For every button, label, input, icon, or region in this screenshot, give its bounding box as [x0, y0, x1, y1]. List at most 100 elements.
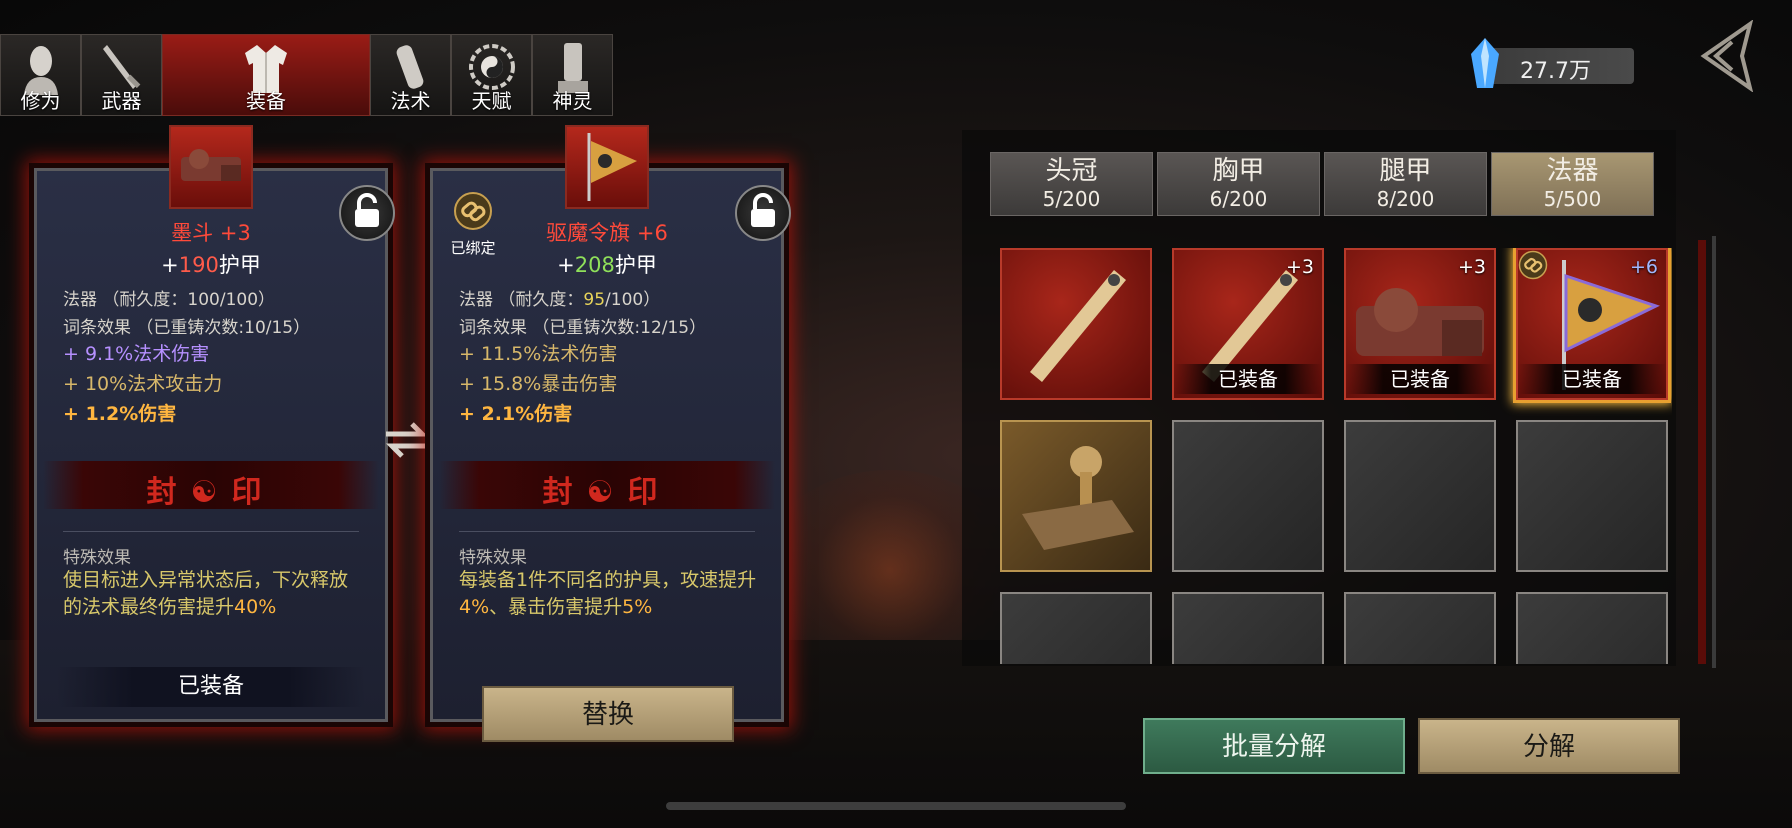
durability-current: 100: [187, 290, 220, 310]
tab-label: 胸甲: [1212, 156, 1265, 186]
affix-line: + 2.1%伤害: [459, 403, 573, 425]
equipped-tag: 已装备: [1346, 364, 1494, 394]
nav-tab-equipment[interactable]: 装备: [162, 34, 370, 116]
armor-suffix: 护甲: [614, 253, 657, 277]
divider: [63, 531, 359, 532]
armor-prefix: +: [557, 253, 575, 277]
enhance-level: +3: [1285, 256, 1314, 278]
affix-line: + 15.8%暴击伤害: [459, 373, 618, 395]
batch-decompose-button[interactable]: 批量分解: [1143, 718, 1405, 774]
chain-link-icon: [1518, 250, 1548, 280]
armor-stat: +208护甲: [433, 249, 781, 279]
home-indicator[interactable]: [666, 802, 1126, 810]
durability-row: 法器 （耐久度：100/100）: [63, 285, 275, 310]
replace-button[interactable]: 替换: [482, 686, 734, 742]
special-effect-header: 特殊效果: [63, 548, 131, 568]
special-desc-text: 使目标进入异常状态后，下次释放的法术最终伤害提升: [63, 569, 349, 618]
armor-value: 208: [574, 253, 615, 277]
inventory-grid: +3 已装备 +3 已装备 +6 已装备: [1000, 248, 1672, 664]
spirit-crystal-icon: [1471, 38, 1499, 88]
inventory-slot-empty[interactable]: [1172, 420, 1324, 572]
seal-text: 封☯印: [542, 475, 672, 510]
tab-label: 头冠: [1045, 156, 1098, 186]
armor-prefix: +: [161, 253, 179, 277]
compare-swap-icon: [385, 422, 429, 458]
equipped-tag: 已装备: [1518, 364, 1666, 394]
equipped-item-card: 墨斗 +3 +190护甲 法器 （耐久度：100/100） 词条效果 （已重铸次…: [34, 125, 395, 722]
affix-line: + 9.1%法术伤害: [63, 343, 210, 365]
seal-stamp-icon: [1022, 446, 1134, 550]
durability-row: 法器 （耐久度：95/100）: [459, 285, 660, 310]
armor-suffix: 护甲: [218, 253, 261, 277]
nav-tab-label: 神灵: [552, 89, 593, 113]
inventory-slot-empty[interactable]: [1516, 420, 1668, 572]
item-name: 墨斗 +3: [171, 221, 251, 245]
top-nav-tabs: 修为 武器 装备 法术 天赋 神灵: [0, 34, 613, 116]
inventory-slot-empty[interactable]: [1516, 592, 1668, 664]
affix-label: 词条效果 （已重铸次数:10/15）: [63, 318, 311, 338]
nav-tab-label: 装备: [246, 89, 286, 113]
durability-label: （耐久度：: [102, 290, 188, 310]
tab-artifact[interactable]: 法器 5/500: [1491, 152, 1654, 216]
special-effect-desc: 使目标进入异常状态后，下次释放的法术最终伤害提升40%: [63, 567, 365, 621]
special-desc-highlight: 40%: [234, 596, 277, 618]
tab-count: 5/200: [1042, 187, 1101, 211]
seal-text: 封☯印: [146, 475, 276, 510]
tab-chest[interactable]: 胸甲 6/200: [1157, 152, 1320, 216]
nav-tab-label: 天赋: [471, 89, 512, 113]
item-name: 驱魔令旗 +6: [546, 221, 668, 245]
inventory-slot-empty[interactable]: [1344, 592, 1496, 664]
armor-stat: +190护甲: [37, 249, 385, 279]
inventory-slot[interactable]: [1000, 248, 1152, 400]
special-desc-text: 每装备1件不同名的护具，攻速提升: [459, 569, 757, 591]
tab-legs[interactable]: 腿甲 8/200: [1324, 152, 1487, 216]
nav-tab-cultivation[interactable]: 修为: [0, 34, 81, 116]
nav-tab-label: 法术: [390, 89, 431, 113]
tab-label: 腿甲: [1379, 156, 1432, 186]
divider: [459, 531, 755, 532]
item-type: 法器: [459, 290, 493, 310]
nav-tab-label: 修为: [20, 89, 61, 113]
inventory-slot[interactable]: +3 已装备: [1172, 248, 1324, 400]
item-type: 法器: [63, 290, 97, 310]
exorcism-flag-icon: [587, 133, 637, 201]
inventory-scroll-track: [1712, 236, 1716, 668]
durability-max: /100）: [219, 290, 276, 310]
compare-item-card: 已绑定 驱魔令旗 +6 +208护甲 法器 （耐久度：95/100） 词条效果 …: [430, 125, 791, 722]
seal-banner: 封☯印: [43, 461, 379, 510]
inventory-slot-empty[interactable]: [1172, 592, 1324, 664]
currency-value: 27.7万: [1520, 59, 1591, 84]
special-desc-highlight: 4%: [459, 596, 490, 618]
item-thumbnail: [565, 125, 649, 209]
nav-tab-weapon[interactable]: 武器: [81, 34, 162, 116]
nav-tab-talent[interactable]: 天赋: [451, 34, 532, 116]
currency-display: 27.7万: [1480, 48, 1634, 84]
nav-tab-deity[interactable]: 神灵: [532, 34, 613, 116]
seal-banner: 封☯印: [439, 461, 775, 510]
inventory-slot-selected[interactable]: +6 已装备: [1516, 248, 1668, 400]
decompose-button[interactable]: 分解: [1418, 718, 1680, 774]
equipped-status: 已装备: [57, 667, 365, 707]
inventory-slot[interactable]: +3 已装备: [1344, 248, 1496, 400]
tab-count: 6/200: [1209, 187, 1268, 211]
special-desc-highlight: 5%: [622, 596, 653, 618]
tab-count: 5/500: [1543, 187, 1602, 211]
nav-tab-spell[interactable]: 法术: [370, 34, 451, 116]
affix-line: + 11.5%法术伤害: [459, 343, 618, 365]
equipped-tag: 已装备: [1174, 364, 1322, 394]
tab-label: 法器: [1546, 156, 1599, 186]
inventory-slot[interactable]: [1000, 420, 1152, 572]
inventory-scrollbar[interactable]: [1698, 240, 1706, 664]
inventory-slot-empty[interactable]: [1000, 592, 1152, 664]
durability-max: /100）: [605, 290, 661, 310]
back-button[interactable]: [1696, 20, 1756, 92]
armor-value: 190: [178, 253, 219, 277]
enhance-level: +3: [1457, 256, 1486, 278]
special-desc-text: 、暴击伤害提升: [489, 596, 623, 618]
durability-current: 95: [583, 290, 606, 310]
inventory-slot-empty[interactable]: [1344, 420, 1496, 572]
ink-box-icon: [181, 149, 241, 181]
nav-tab-label: 武器: [101, 89, 142, 113]
tab-helmet[interactable]: 头冠 5/200: [990, 152, 1153, 216]
enhance-level: +6: [1629, 256, 1658, 278]
